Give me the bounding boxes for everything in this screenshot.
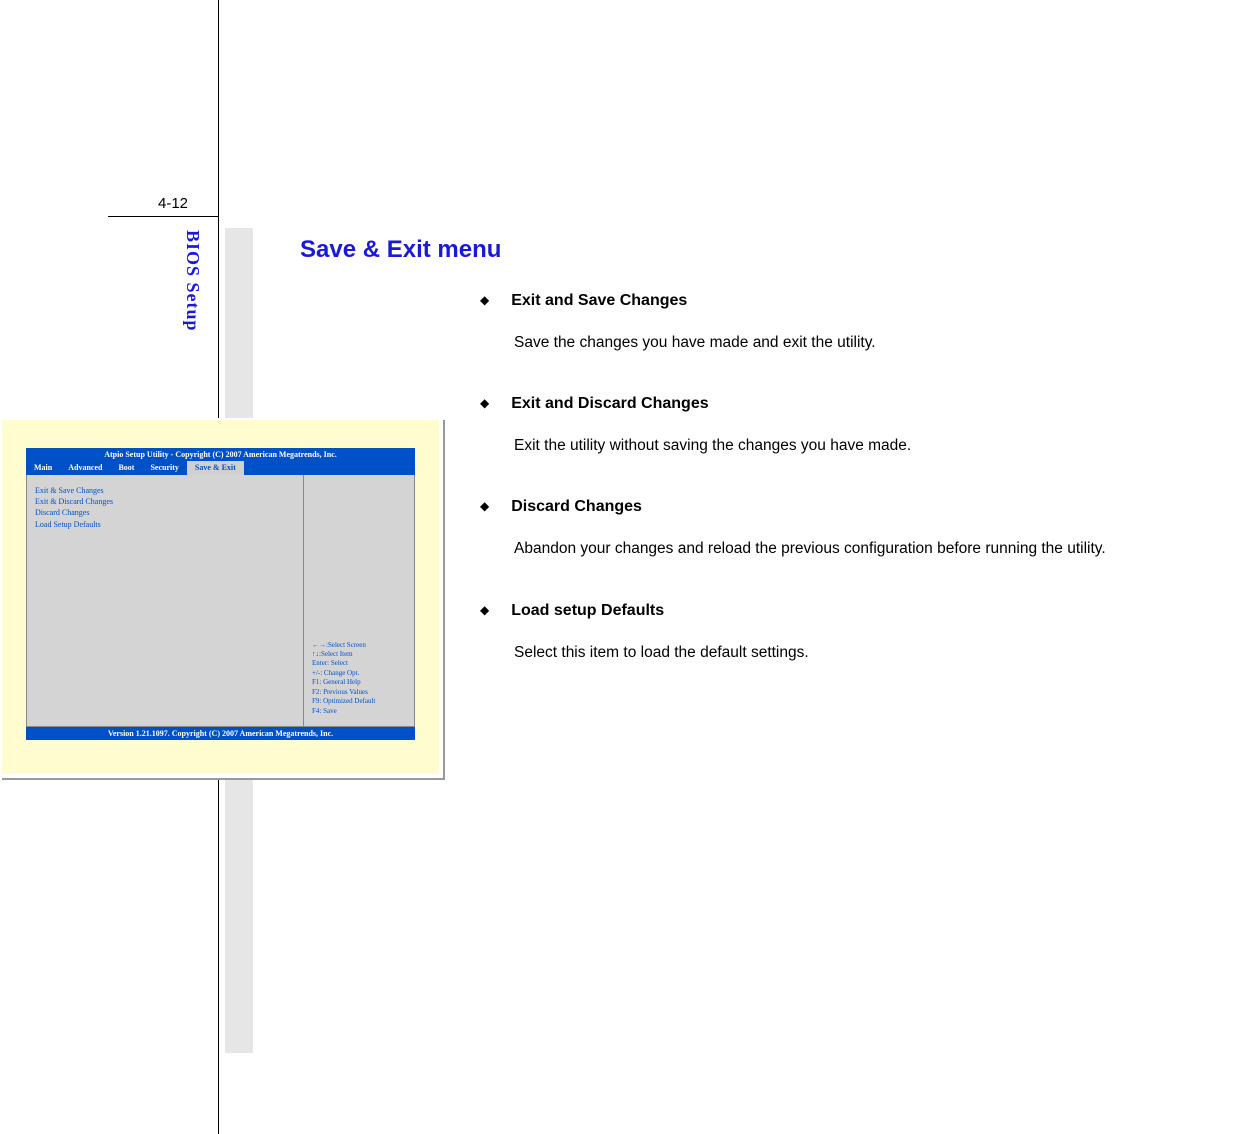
doc-item: ◆ Discard Changes Abandon your changes a… [480,498,1200,567]
bios-footer: Version 1.21.1097. Copyright (C) 2007 Am… [26,727,415,740]
doc-item-title: Exit and Save Changes [511,292,687,310]
doc-item: ◆ Exit and Discard Changes Exit the util… [480,395,1200,464]
doc-item-title: Load setup Defaults [511,602,664,620]
doc-item-title: Exit and Discard Changes [511,395,708,413]
bios-tab-advanced[interactable]: Advanced [60,461,110,475]
page-number: 4-12 [158,195,188,212]
bios-menu-pane: Exit & Save Changes Exit & Discard Chang… [27,475,304,726]
doc-item-title: Discard Changes [511,498,642,516]
bios-tab-save-exit[interactable]: Save & Exit [187,461,244,475]
doc-item-heading: ◆ Load setup Defaults [480,602,1200,620]
bullet-icon: ◆ [480,396,489,410]
bios-tab-security[interactable]: Security [142,461,186,475]
bios-tab-boot[interactable]: Boot [110,461,142,475]
bios-menu-item[interactable]: Load Setup Defaults [35,519,295,530]
doc-item-heading: ◆ Exit and Discard Changes [480,395,1200,413]
bullet-icon: ◆ [480,499,489,513]
doc-item: ◆ Load setup Defaults Select this item t… [480,602,1200,671]
page-title: Save & Exit menu [300,236,1200,264]
section-side-label: BIOS Setup [182,230,203,332]
doc-item-body: Save the changes you have made and exit … [514,324,1200,361]
bios-help-line: F4: Save [312,707,375,716]
bios-tab-main[interactable]: Main [26,461,60,475]
bios-menu-item[interactable]: Discard Changes [35,507,295,518]
doc-item-heading: ◆ Exit and Save Changes [480,292,1200,310]
doc-item-body: Select this item to load the default set… [514,634,1200,671]
doc-item-body: Abandon your changes and reload the prev… [514,530,1200,567]
bullet-icon: ◆ [480,603,489,617]
bullet-icon: ◆ [480,293,489,307]
document-content: Save & Exit menu ◆ Exit and Save Changes… [300,236,1200,705]
doc-item: ◆ Exit and Save Changes Save the changes… [480,292,1200,361]
doc-item-heading: ◆ Discard Changes [480,498,1200,516]
bios-menu-item[interactable]: Exit & Discard Changes [35,496,295,507]
doc-item-body: Exit the utility without saving the chan… [514,427,1200,464]
bios-menu-item[interactable]: Exit & Save Changes [35,485,295,496]
page-number-rule [108,216,218,217]
